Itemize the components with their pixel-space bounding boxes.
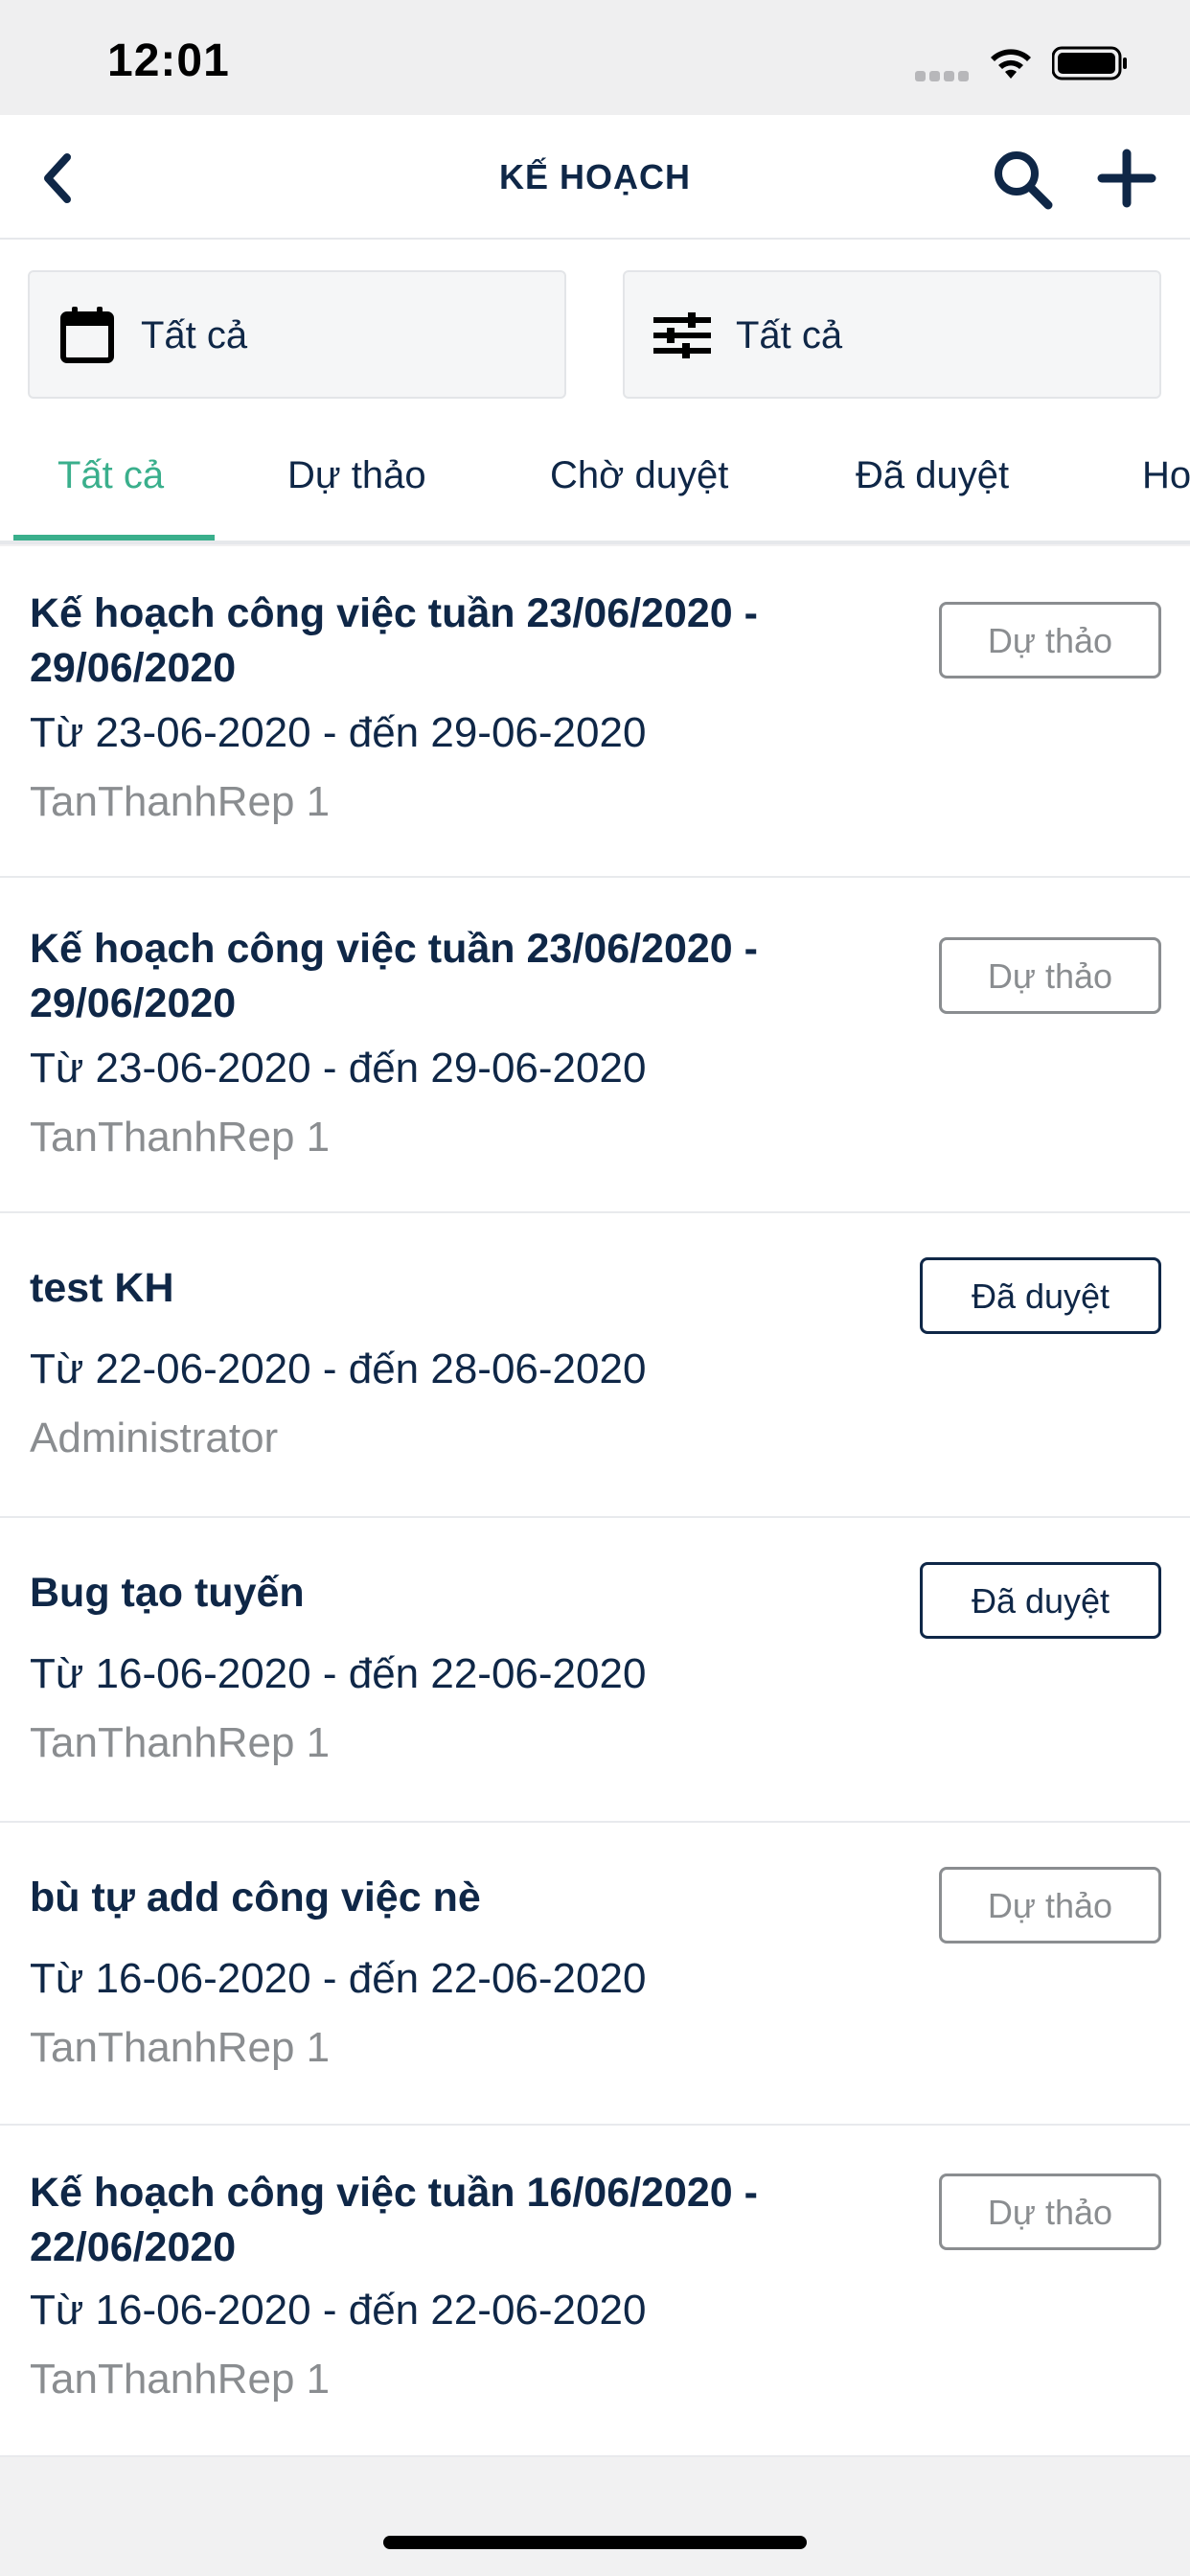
plan-title: Bug tạo tuyến bbox=[30, 1570, 305, 1616]
plan-title: Kế hoạch công việc tuần 23/06/2020 - 29/… bbox=[30, 590, 758, 691]
list-item[interactable]: bù tự add công việc nè Từ 16-06-2020 - đ… bbox=[0, 1823, 1190, 2126]
status-time: 12:01 bbox=[107, 35, 230, 86]
calendar-icon bbox=[60, 307, 114, 363]
plan-title: test KH bbox=[30, 1265, 174, 1311]
tab-approved[interactable]: Đã duyệt bbox=[856, 454, 1009, 497]
signal-icon bbox=[915, 69, 973, 82]
status-badge: Dự thảo bbox=[939, 2174, 1161, 2250]
plan-author: TanThanhRep 1 bbox=[30, 778, 331, 825]
tab-all[interactable]: Tất cả bbox=[57, 454, 164, 497]
list-item[interactable]: test KH Từ 22-06-2020 - đến 28-06-2020 A… bbox=[0, 1213, 1190, 1518]
plan-dates: Từ 22-06-2020 - đến 28-06-2020 bbox=[30, 1346, 647, 1392]
plan-title: bù tự add công việc nè bbox=[30, 1874, 481, 1920]
wifi-icon bbox=[991, 49, 1031, 79]
active-tab-indicator bbox=[13, 535, 215, 540]
status-tabs: Tất cả Dự thảo Chờ duyệt Đã duyệt Ho bbox=[0, 412, 1190, 544]
option-filter[interactable]: Tất cả bbox=[623, 270, 1161, 399]
navigation-bar: KẾ HOẠCH bbox=[0, 115, 1190, 240]
option-filter-label: Tất cả bbox=[736, 314, 843, 356]
sliders-icon bbox=[653, 312, 711, 358]
plan-author: TanThanhRep 1 bbox=[30, 2024, 331, 2071]
filter-bar: Tất cả Tất cả bbox=[0, 240, 1190, 412]
search-icon[interactable] bbox=[991, 148, 1054, 211]
plan-title: Kế hoạch công việc tuần 23/06/2020 - 29/… bbox=[30, 926, 758, 1026]
tab-draft[interactable]: Dự thảo bbox=[287, 454, 426, 497]
date-filter[interactable]: Tất cả bbox=[28, 270, 566, 399]
status-badge: Dự thảo bbox=[939, 1867, 1161, 1944]
list-item[interactable]: Bug tạo tuyến Từ 16-06-2020 - đến 22-06-… bbox=[0, 1518, 1190, 1823]
status-badge: Đã duyệt bbox=[920, 1257, 1161, 1334]
status-badge: Dự thảo bbox=[939, 937, 1161, 1014]
status-bar: 12:01 bbox=[0, 0, 1190, 115]
list-item[interactable]: Kế hoạch công việc tuần 23/06/2020 - 29/… bbox=[0, 878, 1190, 1213]
plan-author: TanThanhRep 1 bbox=[30, 1114, 331, 1161]
battery-icon bbox=[1052, 46, 1127, 80]
tab-more[interactable]: Ho bbox=[1142, 454, 1190, 497]
list-item[interactable]: Kế hoạch công việc tuần 16/06/2020 - 22/… bbox=[0, 2126, 1190, 2457]
tab-pending[interactable]: Chờ duyệt bbox=[550, 454, 728, 497]
status-badge: Đã duyệt bbox=[920, 1562, 1161, 1639]
plan-dates: Từ 23-06-2020 - đến 29-06-2020 bbox=[30, 709, 647, 756]
plan-title: Kế hoạch công việc tuần 16/06/2020 - 22/… bbox=[30, 2170, 758, 2270]
home-indicator[interactable] bbox=[383, 2536, 807, 2549]
plan-author: Administrator bbox=[30, 1414, 279, 1461]
plan-dates: Từ 23-06-2020 - đến 29-06-2020 bbox=[30, 1045, 647, 1092]
plan-author: TanThanhRep 1 bbox=[30, 1719, 331, 1766]
plan-author: TanThanhRep 1 bbox=[30, 2356, 331, 2403]
date-filter-label: Tất cả bbox=[141, 314, 248, 356]
add-icon[interactable] bbox=[1096, 148, 1157, 209]
plan-dates: Từ 16-06-2020 - đến 22-06-2020 bbox=[30, 1955, 647, 2002]
list-item[interactable]: Kế hoạch công việc tuần 23/06/2020 - 29/… bbox=[0, 546, 1190, 878]
plan-dates: Từ 16-06-2020 - đến 22-06-2020 bbox=[30, 1650, 647, 1697]
status-badge: Dự thảo bbox=[939, 602, 1161, 678]
plan-dates: Từ 16-06-2020 - đến 22-06-2020 bbox=[30, 2287, 647, 2334]
